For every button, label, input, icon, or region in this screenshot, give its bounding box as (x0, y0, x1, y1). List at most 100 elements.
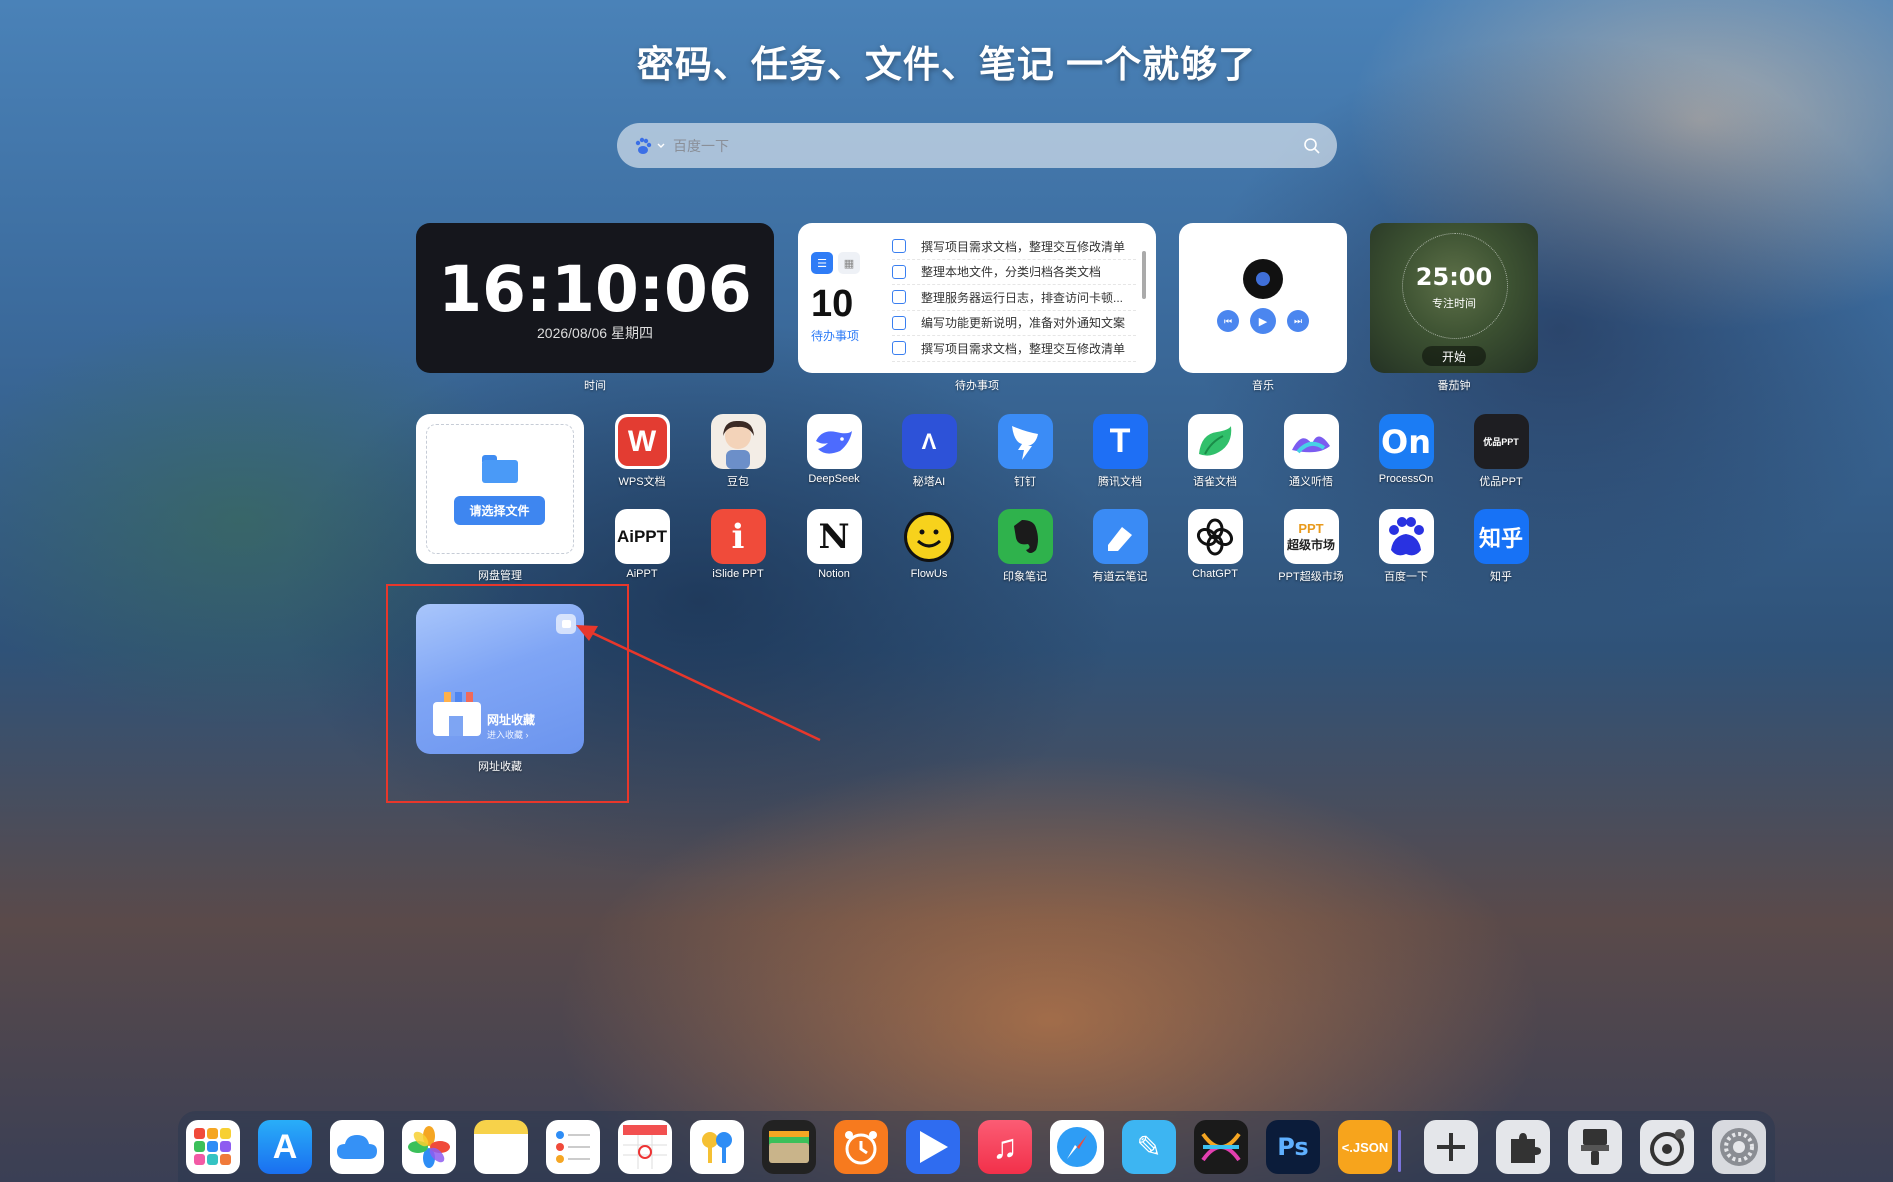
search-bar[interactable] (617, 123, 1337, 168)
folder-icon (482, 455, 518, 483)
todo-widget[interactable]: ☰ ▦ 10 待办事项 撰写项目需求文档，整理交互修改清单 整理本地文件，分类归… (798, 223, 1156, 373)
todo-scrollbar[interactable] (1142, 237, 1146, 357)
search-engine-selector[interactable] (633, 136, 665, 156)
pomodoro-start-button[interactable]: 开始 (1422, 346, 1486, 366)
app-deepseek[interactable]: DeepSeek (794, 414, 874, 485)
grid-view-tab[interactable]: ▦ (838, 252, 860, 274)
photos-icon[interactable] (402, 1120, 456, 1174)
app-metaso[interactable]: Λ 秘塔AI (889, 414, 969, 489)
next-icon: ⏭ (1293, 315, 1303, 326)
ppt-market-main-text: 超级市场 (1286, 537, 1335, 552)
ppt-market-icon: PPT 超级市场 (1283, 509, 1339, 564)
file-drop-zone[interactable] (426, 424, 574, 554)
calendar-icon[interactable] (618, 1120, 672, 1174)
app-chatgpt[interactable]: ChatGPT (1175, 509, 1255, 580)
todo-item[interactable]: 编写功能更新说明，准备对外通知文案 (892, 311, 1136, 336)
blender-like-icon[interactable] (1194, 1120, 1248, 1174)
launchpad-icon[interactable] (186, 1120, 240, 1174)
safari-icon[interactable] (1050, 1120, 1104, 1174)
app-evernote[interactable]: 印象笔记 (985, 509, 1065, 584)
select-file-button[interactable]: 请选择文件 (454, 496, 545, 525)
dingtalk-icon (997, 414, 1053, 469)
app-notion[interactable]: N Notion (794, 509, 874, 580)
json-icon[interactable]: <.JSON (1338, 1120, 1392, 1174)
app-doubao[interactable]: 豆包 (698, 414, 778, 489)
app-wps[interactable]: W WPS文档 (602, 414, 682, 489)
app-islide[interactable]: i iSlide PPT (698, 509, 778, 580)
app-label: WPS文档 (618, 476, 666, 488)
clock-icon[interactable] (834, 1120, 888, 1174)
deepseek-icon (806, 414, 862, 469)
find-my-icon[interactable] (1640, 1120, 1694, 1174)
wallet-icon[interactable] (762, 1120, 816, 1174)
play-button[interactable]: ▶ (1250, 308, 1276, 334)
youpin-ppt-icon: 优品PPT (1473, 414, 1529, 469)
app-label: ProcessOn (1378, 473, 1434, 485)
app-youdao-note[interactable]: 有道云笔记 (1080, 509, 1160, 584)
app-aippt[interactable]: AiPPT AiPPT (602, 509, 682, 580)
next-track-button[interactable]: ⏭ (1287, 310, 1309, 332)
doubao-icon (710, 414, 766, 469)
app-label: 百度一下 (1384, 571, 1428, 583)
todo-item-text: 整理服务器运行日志，排查访问卡顿... (921, 290, 1124, 305)
app-ppt-market[interactable]: PPT 超级市场 PPT超级市场 (1271, 509, 1351, 584)
notes-icon[interactable] (474, 1120, 528, 1174)
app-label: 通义听悟 (1289, 476, 1333, 488)
pencil-icon[interactable]: ✎ (1122, 1120, 1176, 1174)
app-flowus[interactable]: FlowUs (889, 509, 969, 580)
todo-checkbox[interactable] (892, 239, 906, 254)
todo-item-text: 编写功能更新说明，准备对外通知文案 (921, 316, 1126, 331)
todo-item[interactable]: 整理服务器运行日志，排查访问卡顿... (892, 285, 1136, 311)
app-youpin-ppt[interactable]: 优品PPT 优品PPT (1461, 414, 1541, 489)
photoshop-icon[interactable]: Ps (1266, 1120, 1320, 1174)
brush-icon[interactable] (1568, 1120, 1622, 1174)
clock-date: 2026/08/06 星期四 (537, 325, 653, 341)
extensions-icon[interactable] (1496, 1120, 1550, 1174)
app-dingtalk[interactable]: 钉钉 (985, 414, 1065, 489)
chevron-down-icon (657, 143, 665, 148)
todo-checkbox[interactable] (892, 264, 906, 279)
reminders-icon[interactable] (546, 1120, 600, 1174)
todo-checkbox[interactable] (892, 290, 906, 305)
app-label: PPT超级市场 (1278, 571, 1344, 583)
previous-track-button[interactable]: ⏮ (1217, 310, 1239, 332)
settings-icon[interactable] (1712, 1120, 1766, 1174)
app-baidu[interactable]: 百度一下 (1366, 509, 1446, 584)
music-icon[interactable]: ♫ (978, 1120, 1032, 1174)
flowus-icon (902, 509, 957, 564)
app-zhihu[interactable]: 知乎 知乎 (1461, 509, 1541, 584)
pomodoro-widget[interactable]: 25:00 专注时间 开始 (1370, 223, 1538, 373)
pomodoro-time: 25:00 (1415, 263, 1493, 291)
search-icon[interactable] (1303, 137, 1321, 155)
music-widget[interactable]: ⏮ ▶ ⏭ (1179, 223, 1347, 373)
infuse-icon[interactable] (906, 1120, 960, 1174)
dock-separator (1398, 1130, 1401, 1172)
processon-icon: On (1378, 414, 1434, 469)
app-yuque[interactable]: 语雀文档 (1175, 414, 1255, 489)
list-icon: ☰ (817, 257, 827, 270)
list-view-tab[interactable]: ☰ (811, 252, 833, 274)
clock-widget-label: 时间 (584, 380, 606, 392)
app-label: DeepSeek (808, 473, 860, 485)
app-store-icon[interactable]: A (258, 1120, 312, 1174)
icloud-icon[interactable] (330, 1120, 384, 1174)
annotation-highlight-box (386, 584, 629, 803)
clock-widget[interactable]: 16:10:06 2026/08/06 星期四 (416, 223, 774, 373)
todo-item-text: 撰写项目需求文档，整理交互修改清单 (921, 239, 1126, 254)
search-input[interactable] (673, 137, 1303, 154)
app-label: FlowUs (910, 568, 948, 580)
todo-checkbox[interactable] (892, 315, 906, 330)
todo-item[interactable]: 整理本地文件，分类归档各类文档 (892, 260, 1136, 285)
todo-checkbox[interactable] (892, 341, 906, 356)
app-tongyi[interactable]: 通义听悟 (1271, 414, 1351, 489)
app-processon[interactable]: On ProcessOn (1366, 414, 1446, 485)
evernote-icon (997, 509, 1053, 564)
todo-item[interactable]: 撰写项目需求文档，整理交互修改清单 (892, 336, 1136, 362)
app-tencent-docs[interactable]: T 腾讯文档 (1080, 414, 1160, 489)
todo-item[interactable]: 撰写项目需求文档，整理交互修改清单 (892, 234, 1136, 260)
grid-icon: ▦ (843, 257, 855, 270)
add-icon[interactable] (1424, 1120, 1478, 1174)
page-title: 密码、任务、文件、笔记 一个就够了 (636, 44, 1257, 85)
passwords-icon[interactable] (690, 1120, 744, 1174)
disk-widget[interactable]: 请选择文件 (416, 414, 584, 564)
